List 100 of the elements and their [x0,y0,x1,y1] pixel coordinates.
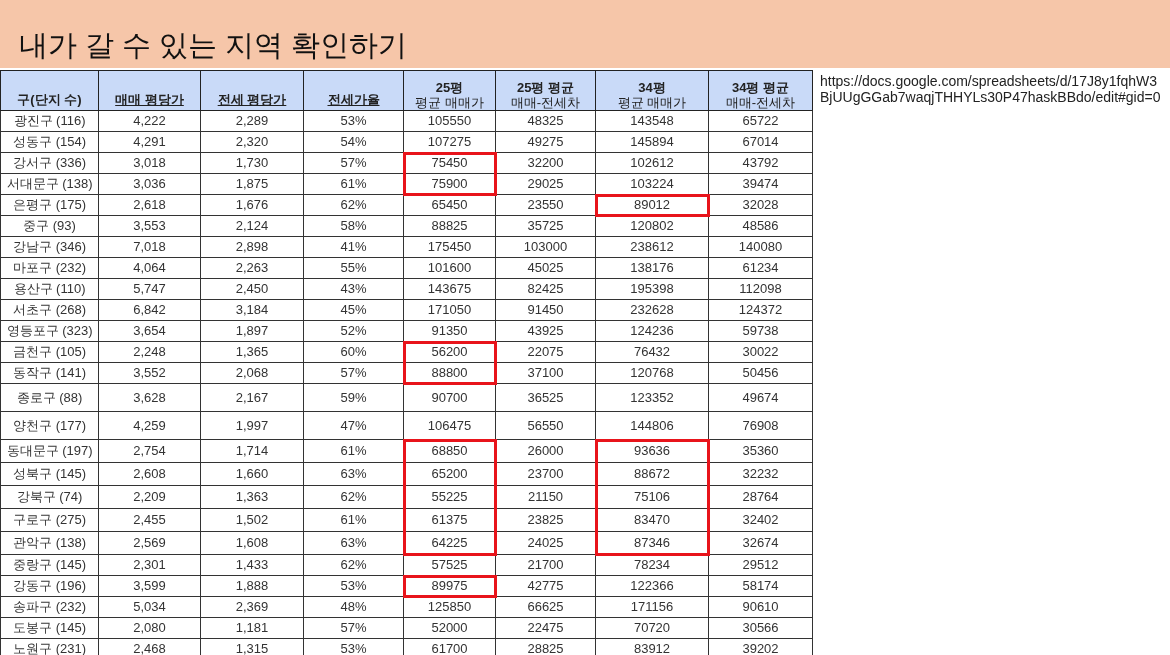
table-cell: 1,363 [200,485,304,509]
table-cell: 143548 [595,110,709,132]
table-cell: 48586 [708,215,813,237]
table-cell: 70720 [595,617,709,639]
table-cell: 2,450 [200,278,304,300]
table-cell: 6,842 [98,299,201,321]
table-cell: 4,064 [98,257,201,279]
table-cell: 영등포구 (323) [0,320,99,342]
table-cell: 57% [303,617,404,639]
table-cell: 66625 [495,596,596,618]
table-cell: 76908 [708,411,813,440]
table-cell: 43925 [495,320,596,342]
table-cell: 3,184 [200,299,304,321]
table-cell: 2,301 [98,554,201,576]
table-cell: 3,553 [98,215,201,237]
table-cell: 62% [303,554,404,576]
table-cell: 성동구 (154) [0,131,99,153]
table-cell: 강북구 (74) [0,485,99,509]
table-cell: 1,875 [200,173,304,195]
table-cell: 3,628 [98,383,201,412]
table-cell: 42775 [495,575,596,597]
table-cell: 5,747 [98,278,201,300]
table-cell: 1,608 [200,531,304,555]
table-cell: 관악구 (138) [0,531,99,555]
table-cell: 2,289 [200,110,304,132]
column-header: 구(단지 수) [0,70,99,111]
table-cell: 3,599 [98,575,201,597]
table-cell: 32674 [708,531,813,555]
table-cell: 171156 [595,596,709,618]
table-cell: 마포구 (232) [0,257,99,279]
table-cell: 1,676 [200,194,304,216]
table-cell: 35725 [495,215,596,237]
table-cell: 중구 (93) [0,215,99,237]
table-cell: 143675 [403,278,496,300]
column-header: 25평 평균 매매가 [403,70,496,111]
column-header: 34평 평균 매매가 [595,70,709,111]
table-cell: 1,660 [200,462,304,486]
table-cell: 124372 [708,299,813,321]
table-cell: 30022 [708,341,813,363]
table-cell: 2,124 [200,215,304,237]
table-cell: 120768 [595,362,709,384]
table-cell: 76432 [595,341,709,363]
table-cell: 59% [303,383,404,412]
table-cell: 45025 [495,257,596,279]
table-cell: 1,888 [200,575,304,597]
table-cell: 2,608 [98,462,201,486]
table-cell: 112098 [708,278,813,300]
table-cell: 2,898 [200,236,304,258]
table-cell: 88825 [403,215,496,237]
table-cell: 41% [303,236,404,258]
table-cell: 21700 [495,554,596,576]
table-cell: 3,036 [98,173,201,195]
table-cell: 4,259 [98,411,201,440]
table-cell: 105550 [403,110,496,132]
table-cell: 49674 [708,383,813,412]
table-cell: 45% [303,299,404,321]
table-cell: 32232 [708,462,813,486]
table-cell: 금천구 (105) [0,341,99,363]
table-cell: 2,263 [200,257,304,279]
table-cell: 강남구 (346) [0,236,99,258]
table-cell: 36525 [495,383,596,412]
table-cell: 91450 [495,299,596,321]
table-cell: 67014 [708,131,813,153]
table-cell: 35360 [708,439,813,463]
table-cell: 48% [303,596,404,618]
table-cell: 22075 [495,341,596,363]
table-cell: 2,569 [98,531,201,555]
table-cell: 125850 [403,596,496,618]
table-cell: 구로구 (275) [0,508,99,532]
table-cell: 1,433 [200,554,304,576]
table-cell: 2,754 [98,439,201,463]
table-cell: 123352 [595,383,709,412]
table-cell: 138176 [595,257,709,279]
table-cell: 22475 [495,617,596,639]
table-cell: 145894 [595,131,709,153]
table-cell: 도봉구 (145) [0,617,99,639]
table-cell: 광진구 (116) [0,110,99,132]
table-cell: 3,552 [98,362,201,384]
table-cell: 2,068 [200,362,304,384]
table-cell: 39474 [708,173,813,195]
table-cell: 4,222 [98,110,201,132]
table-cell: 강동구 (196) [0,575,99,597]
table-cell: 124236 [595,320,709,342]
table-cell: 140080 [708,236,813,258]
table-cell: 3,654 [98,320,201,342]
column-header: 매매 평당가 [98,70,201,111]
column-header: 34평 평균 매매-전세차 [708,70,813,111]
column-header: 전세 평당가 [200,70,304,111]
table-cell: 65722 [708,110,813,132]
table-cell: 61234 [708,257,813,279]
table-cell: 1,502 [200,508,304,532]
table-cell: 90700 [403,383,496,412]
table-cell: 서대문구 (138) [0,173,99,195]
table-cell: 101600 [403,257,496,279]
table-cell: 195398 [595,278,709,300]
table-cell: 49275 [495,131,596,153]
table-cell: 48325 [495,110,596,132]
column-header: 25평 평균 매매-전세차 [495,70,596,111]
table-cell: 29512 [708,554,813,576]
table-cell: 32200 [495,152,596,174]
